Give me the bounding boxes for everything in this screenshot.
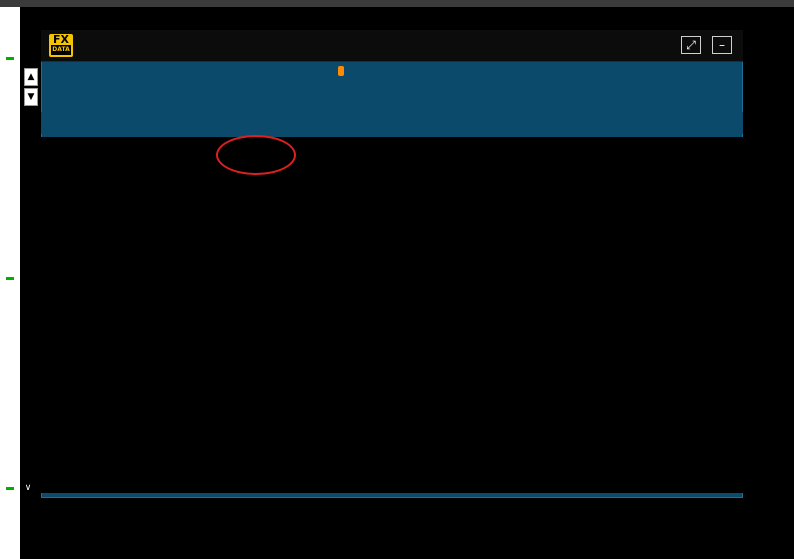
- scroll-down-icon[interactable]: ▼: [24, 88, 38, 106]
- platform-timeframe-bar: [0, 0, 794, 7]
- hot-badge: [338, 66, 344, 76]
- highlight-circle: [216, 135, 296, 175]
- footer-buttons: [41, 531, 743, 559]
- table-header: [41, 112, 743, 134]
- toolbar: [41, 62, 743, 110]
- fx-data-logo: FX DATA: [49, 34, 73, 57]
- stats-table: [41, 137, 743, 493]
- left-margin: [0, 7, 20, 559]
- scroll-up-icon[interactable]: ▲: [24, 68, 38, 86]
- summary-row: [41, 497, 743, 530]
- chevron-down-icon[interactable]: ∨: [15, 483, 41, 495]
- panel-header: FX DATA ⤢ –: [41, 30, 743, 62]
- resize-icon[interactable]: ⤢: [681, 36, 701, 54]
- minimize-icon[interactable]: –: [712, 36, 732, 54]
- indicator-mark: [6, 487, 14, 490]
- indicator-mark: [6, 277, 14, 280]
- indicator-mark: [6, 57, 14, 60]
